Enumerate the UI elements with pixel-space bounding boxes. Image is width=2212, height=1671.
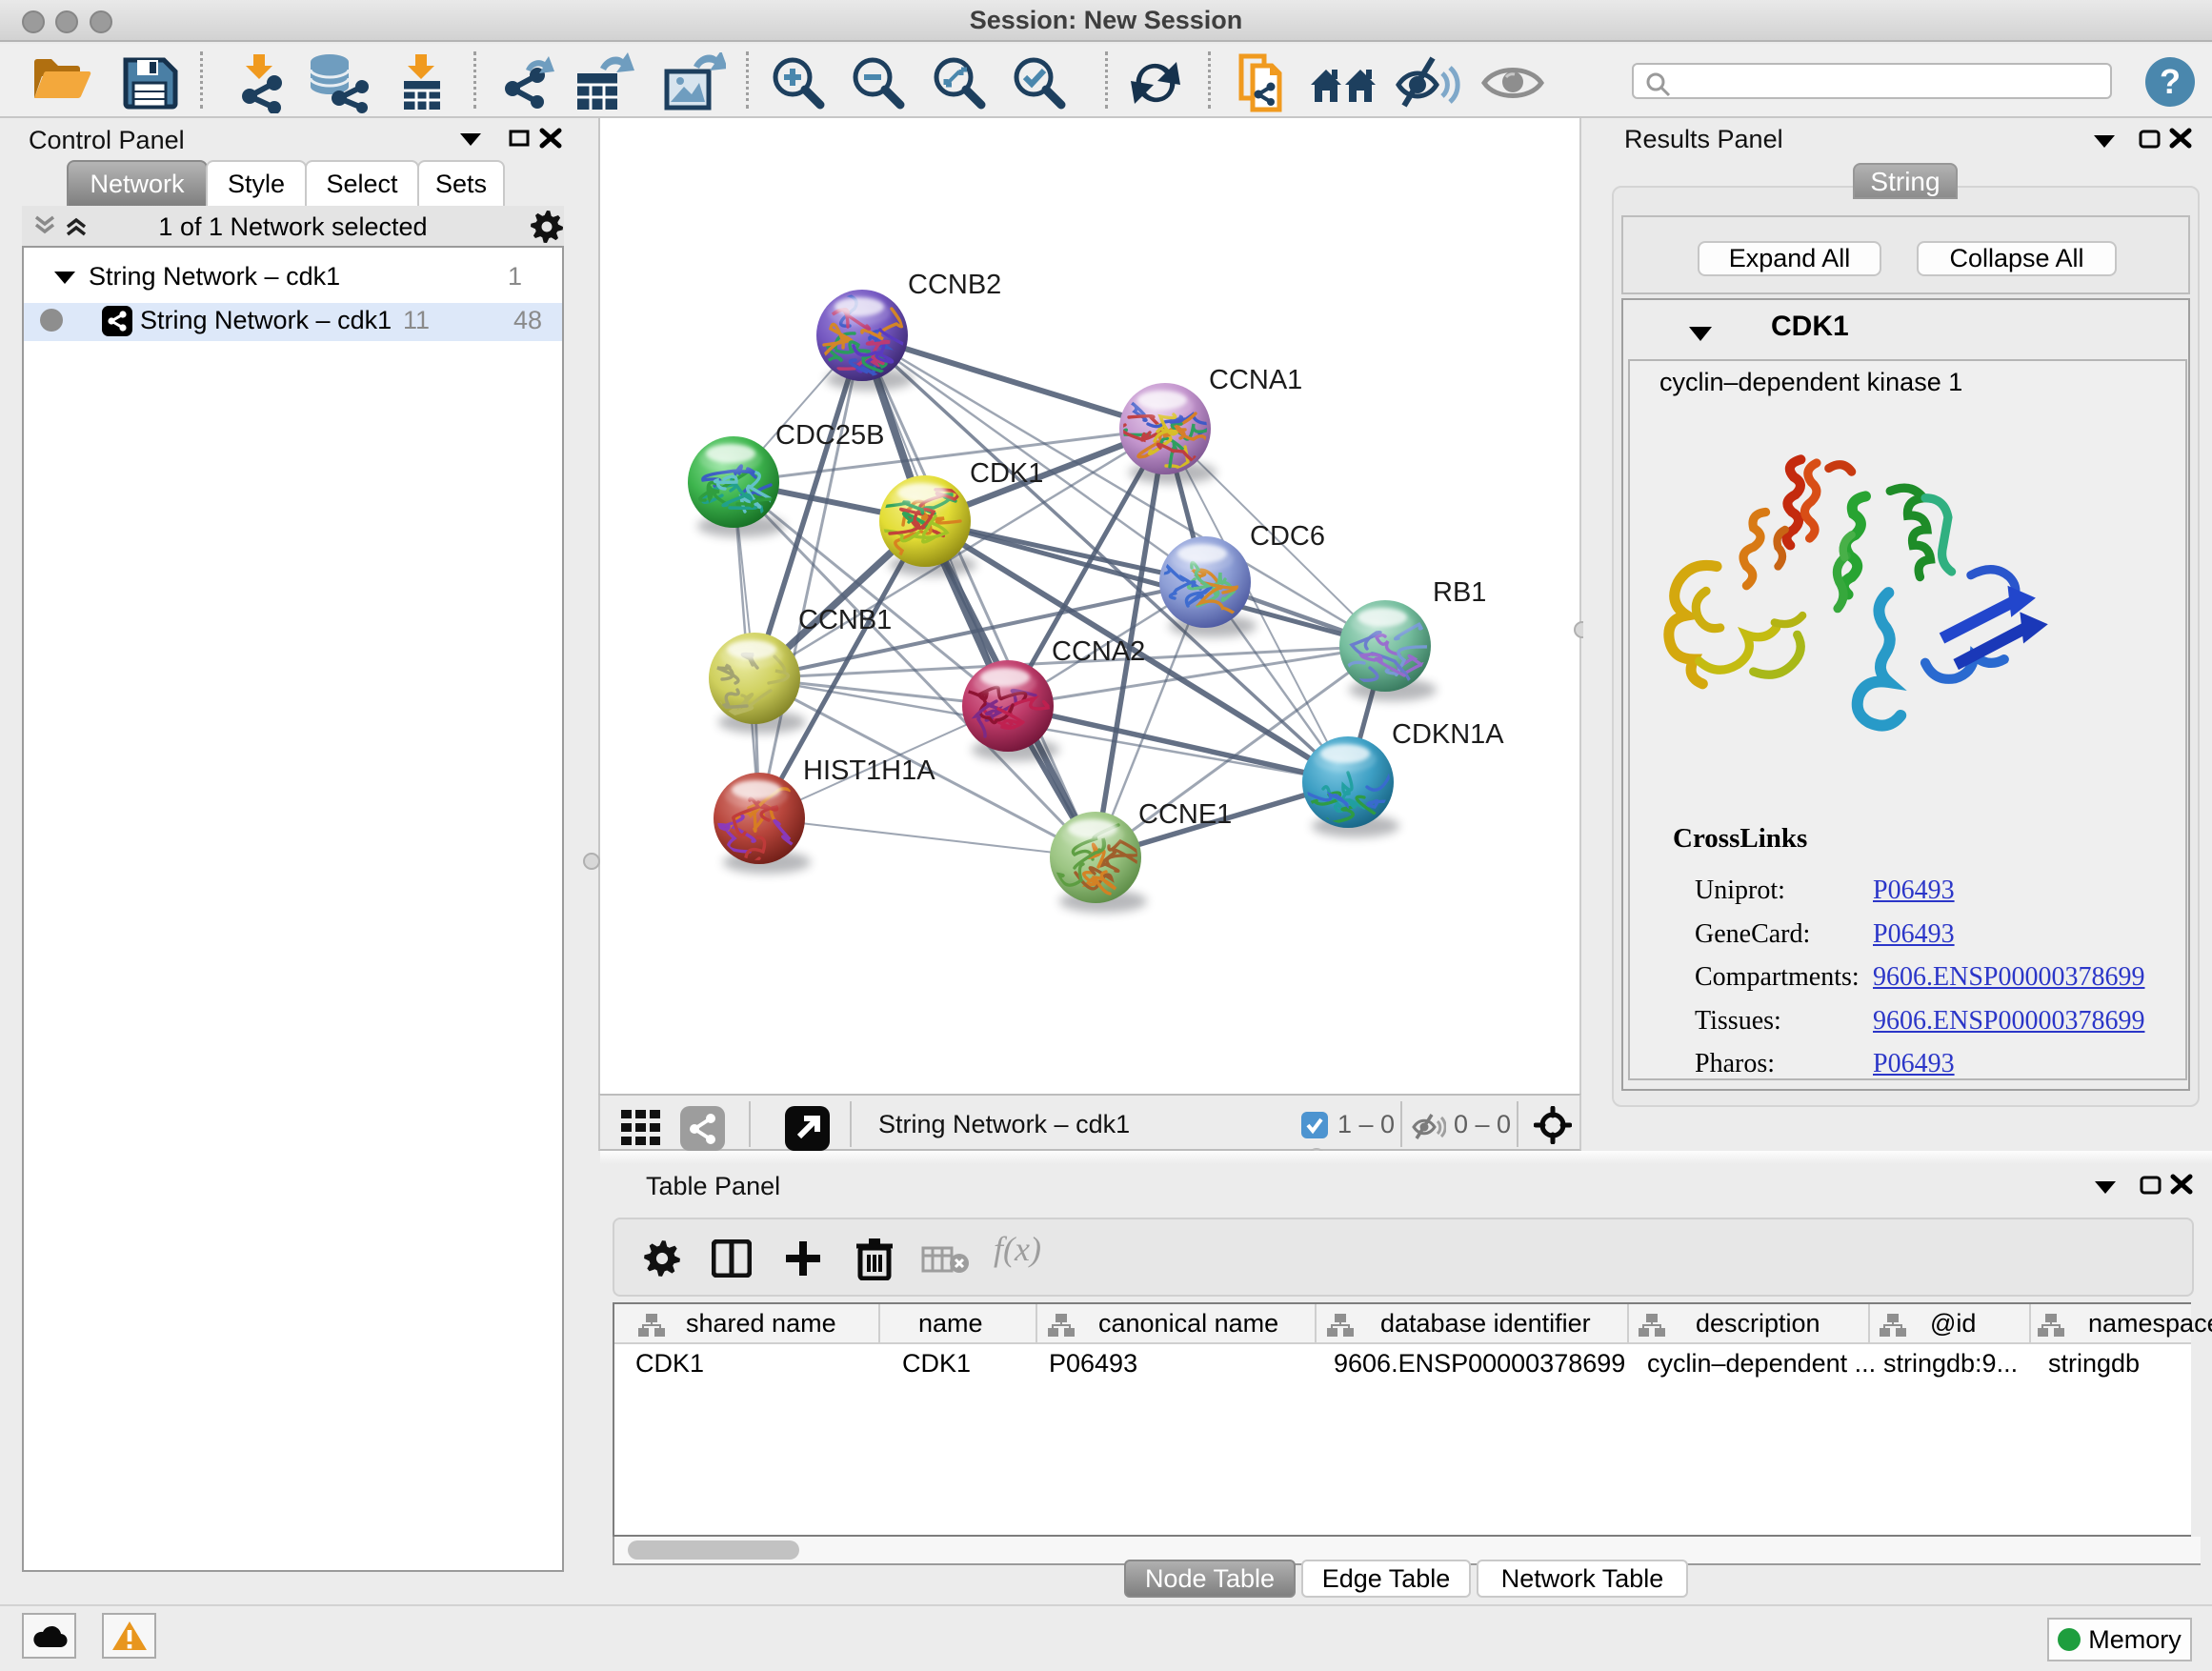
svg-text:CCNA1: CCNA1 [1209, 365, 1302, 395]
svg-text:CDKN1A: CDKN1A [1392, 719, 1504, 750]
svg-text:CCNB2: CCNB2 [908, 270, 1001, 300]
svg-text:HIST1H1A: HIST1H1A [803, 755, 935, 786]
svg-text:CDC25B: CDC25B [775, 420, 884, 451]
svg-text:CCNE1: CCNE1 [1138, 799, 1232, 830]
svg-text:RB1: RB1 [1433, 577, 1486, 608]
svg-text:CDC6: CDC6 [1250, 521, 1325, 552]
svg-text:CCNB1: CCNB1 [798, 605, 892, 635]
svg-text:CCNA2: CCNA2 [1052, 636, 1145, 667]
svg-text:?: ? [2160, 62, 2181, 101]
svg-text:CDK1: CDK1 [970, 458, 1043, 489]
